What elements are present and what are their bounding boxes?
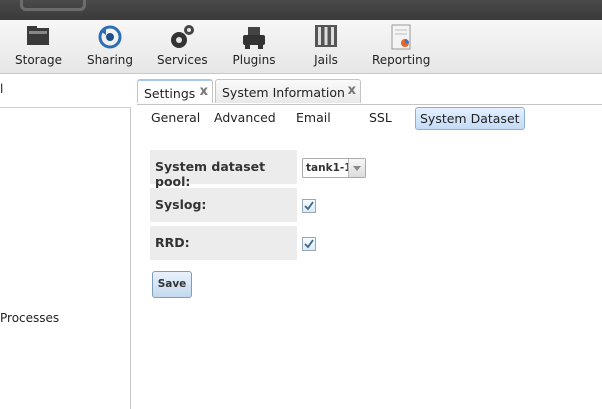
toolbar-jails-label: Jails <box>314 53 338 67</box>
jails-icon <box>310 23 342 51</box>
toolbar-jails-button[interactable]: Jails <box>310 23 342 67</box>
system-dataset-form: System dataset pool: tank1-1 Syslog: RRD… <box>137 133 602 409</box>
settings-subtab-bar: General Advanced Email SSL System Datase… <box>137 104 602 134</box>
subtab-ssl[interactable]: SSL <box>369 110 392 125</box>
toolbar-storage-button[interactable]: Storage <box>15 23 62 67</box>
close-icon[interactable]: x <box>200 84 208 99</box>
services-icon <box>157 23 207 51</box>
tab-bar: Settings x System Information x <box>137 74 602 104</box>
tree-item-processes[interactable]: Processes <box>0 311 59 325</box>
sharing-icon <box>86 23 134 51</box>
tab-system-information[interactable]: System Information x <box>215 79 361 103</box>
toolbar-storage-label: Storage <box>15 53 62 67</box>
toolbar-sharing-label: Sharing <box>86 53 134 67</box>
syslog-row: Syslog: <box>150 188 598 222</box>
chevron-down-icon[interactable] <box>348 159 365 177</box>
logo-fragment <box>20 0 86 11</box>
toolbar-plugins-button[interactable]: Plugins <box>232 23 276 67</box>
subtab-advanced[interactable]: Advanced <box>214 110 276 125</box>
check-icon <box>304 239 314 249</box>
left-navigation-pane: l Processes <box>0 74 130 409</box>
tab-system-information-label: System Information <box>222 85 345 100</box>
storage-icon <box>15 23 61 51</box>
pool-row: System dataset pool: tank1-1 <box>150 150 598 189</box>
rrd-label: RRD: <box>150 226 297 260</box>
tab-settings[interactable]: Settings x <box>137 79 213 103</box>
plugins-icon <box>232 23 276 51</box>
main-toolbar: Storage Sharing Services Plugins Jails R… <box>0 20 602 74</box>
rrd-checkbox[interactable] <box>302 237 316 251</box>
syslog-checkbox[interactable] <box>302 199 316 213</box>
left-pane-header-text: l <box>0 82 4 96</box>
close-icon[interactable]: x <box>348 83 356 98</box>
pool-select[interactable]: tank1-1 <box>302 158 366 178</box>
subtab-system-dataset[interactable]: System Dataset <box>415 107 525 130</box>
check-icon <box>304 201 314 211</box>
title-bar <box>0 0 602 20</box>
pool-label: System dataset pool: <box>150 150 297 189</box>
subtab-general[interactable]: General <box>151 110 200 125</box>
toolbar-plugins-label: Plugins <box>232 53 276 67</box>
toolbar-sharing-button[interactable]: Sharing <box>86 23 134 67</box>
subtab-email[interactable]: Email <box>296 110 331 125</box>
toolbar-reporting-label: Reporting <box>372 53 431 67</box>
save-button[interactable]: Save <box>152 271 192 298</box>
syslog-label: Syslog: <box>150 188 297 222</box>
toolbar-reporting-button[interactable]: Reporting <box>372 23 430 67</box>
left-pane-header: l <box>0 74 130 108</box>
rrd-row: RRD: <box>150 226 598 260</box>
reporting-icon <box>372 23 430 51</box>
pool-select-value: tank1-1 <box>306 162 352 174</box>
toolbar-services-button[interactable]: Services <box>157 23 208 67</box>
toolbar-services-label: Services <box>157 53 208 67</box>
tab-settings-label: Settings <box>144 86 196 101</box>
